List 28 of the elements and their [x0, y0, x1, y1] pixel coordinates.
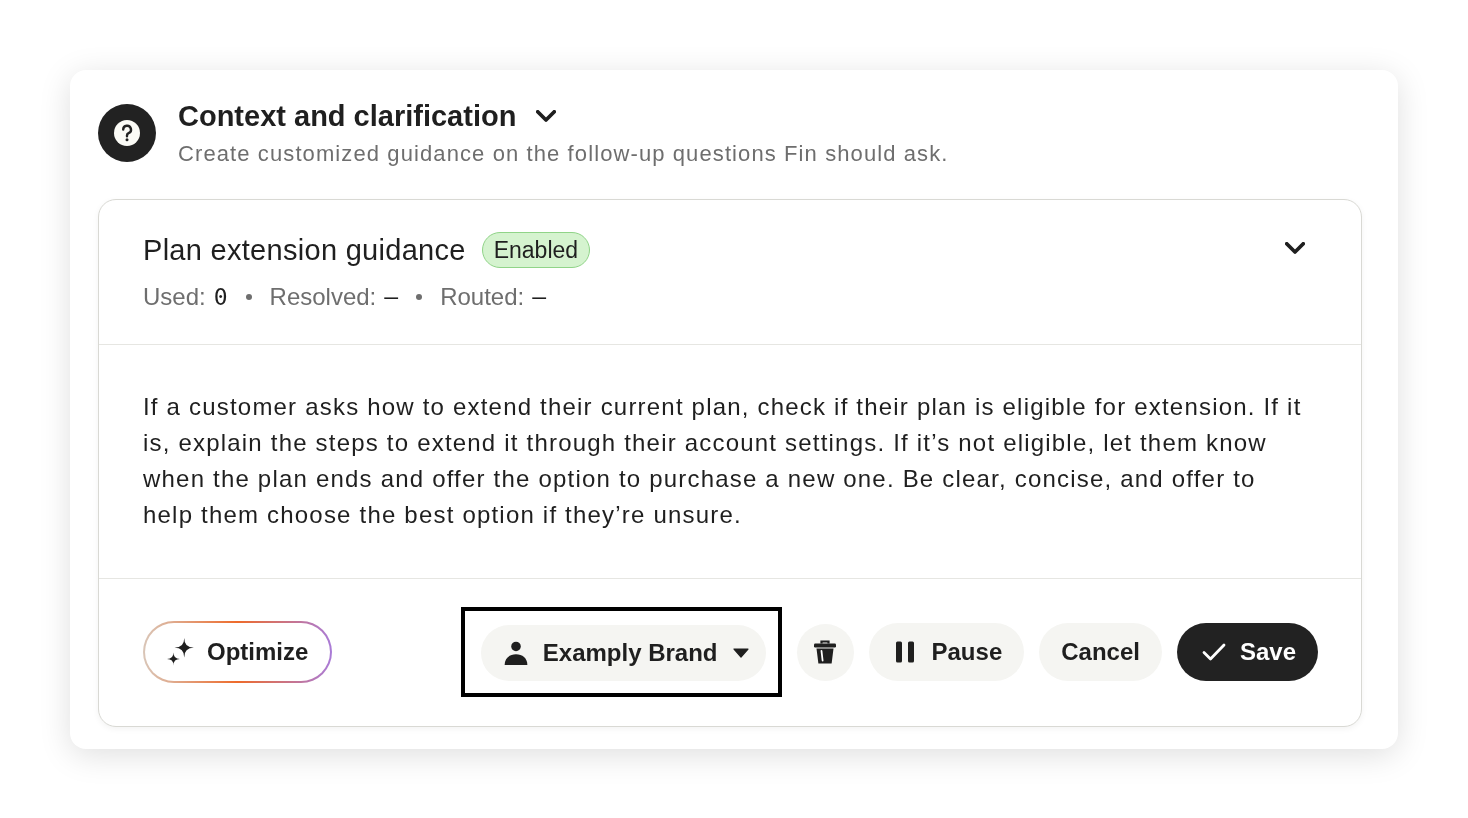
section-description: Create customized guidance on the follow-up questions Fin should ask.: [178, 140, 949, 168]
check-icon: [1201, 642, 1226, 662]
cancel-button[interactable]: Cancel: [1039, 623, 1162, 681]
dot-separator-icon: [245, 294, 252, 300]
chevron-down-icon: [536, 110, 557, 122]
pause-icon: [894, 641, 915, 663]
status-badge: Enabled: [481, 232, 591, 268]
help-icon: [98, 104, 156, 162]
guidance-text: If a customer asks how to extend their current plan, check if their plan is eligible for extension. If it is, explain the steps to extend it through their account settings. If it’s not eligible, let them know when the plan ends and offer the option to purchase a new one. Be clear, concise, and offer to help them choose the best option if they’re unsure.: [143, 392, 1303, 530]
save-button[interactable]: Save: [1176, 623, 1318, 681]
dot-separator-icon: [416, 294, 423, 300]
stat-label: Routed:: [440, 282, 525, 312]
section-title: Context and clarification: [178, 99, 517, 134]
sparkles-icon: [167, 638, 195, 666]
chevron-down-icon: [1285, 242, 1305, 254]
stat-value: 0: [213, 282, 228, 312]
collapse-toggle[interactable]: [536, 110, 557, 122]
caret-down-icon: [732, 648, 749, 658]
brand-dropdown[interactable]: Examply Brand: [480, 625, 766, 681]
trash-icon: [812, 639, 838, 665]
pause-button[interactable]: Pause: [868, 623, 1025, 681]
stat-value: –: [532, 282, 547, 312]
guidance-title: Plan extension guidance: [143, 233, 466, 268]
stat-label: Resolved:: [269, 282, 377, 312]
expand-toggle[interactable]: [1285, 242, 1305, 254]
stat-label: Used:: [143, 282, 206, 312]
stat-value: –: [384, 282, 399, 312]
person-icon: [503, 641, 528, 665]
